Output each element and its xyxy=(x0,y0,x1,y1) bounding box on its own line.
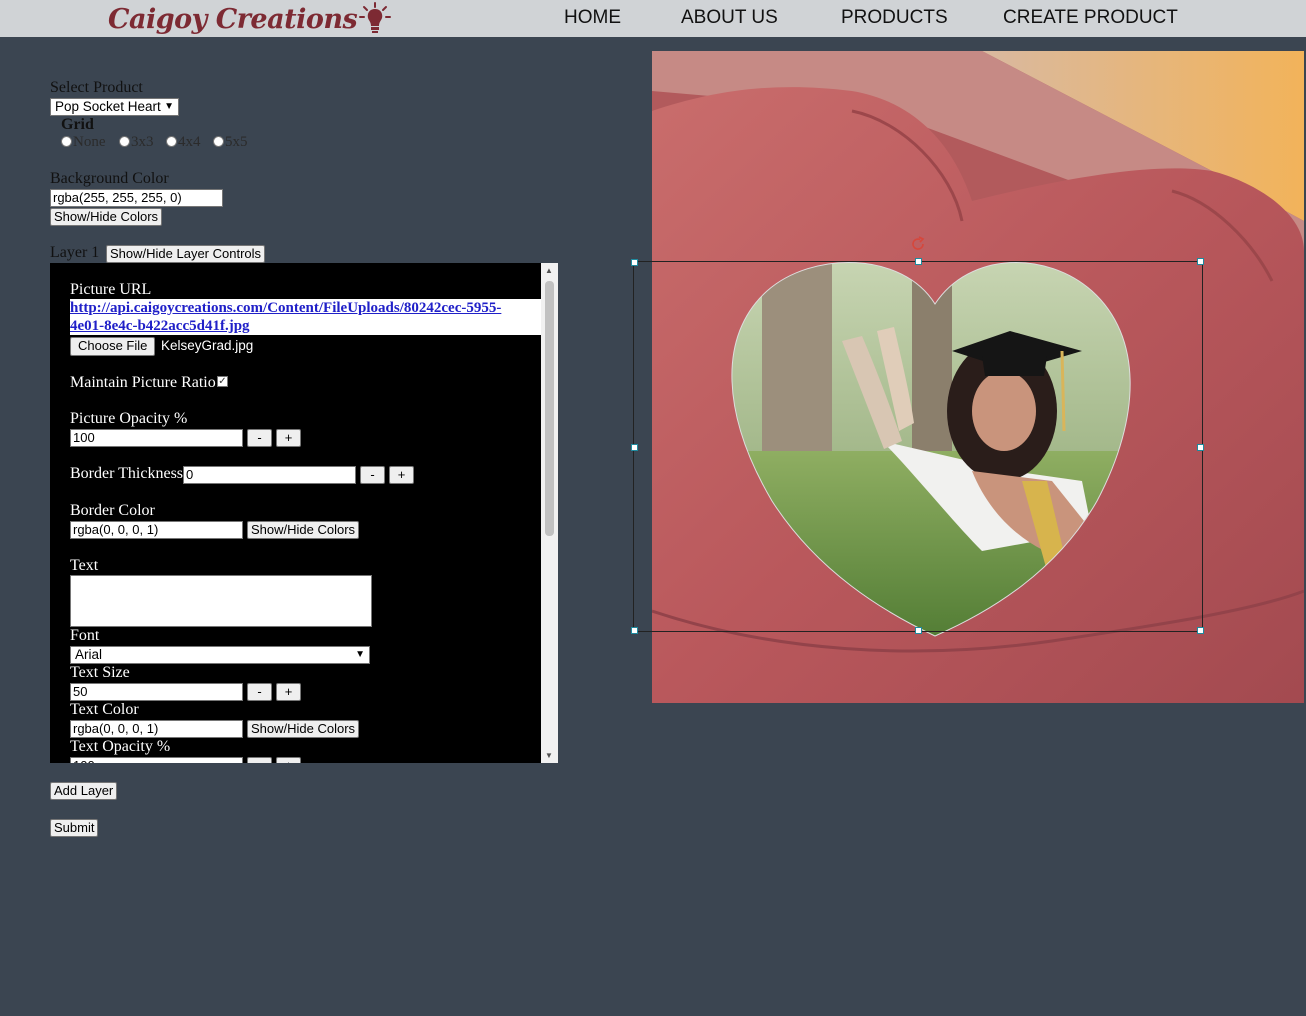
nav-products[interactable]: PRODUCTS xyxy=(841,7,948,29)
brand-name: Caigoy Creations xyxy=(108,3,358,35)
grid-option-4x4-label: 4x4 xyxy=(178,134,201,150)
bg-show-hide-colors-button[interactable]: Show/Hide Colors xyxy=(50,208,163,226)
nav-about-us[interactable]: ABOUT US xyxy=(681,7,778,29)
picture-opacity-label: Picture Opacity % xyxy=(70,410,188,427)
border-color-input[interactable]: rgba(0, 0, 0, 1) xyxy=(70,521,243,539)
resize-handle-bottom-middle[interactable] xyxy=(915,627,922,634)
nav-home[interactable]: HOME xyxy=(564,7,621,29)
background-color-label: Background Color xyxy=(50,170,169,187)
grid-radio-4x4[interactable] xyxy=(166,136,177,147)
grid-radio-5x5[interactable] xyxy=(213,136,224,147)
border-show-hide-colors-button[interactable]: Show/Hide Colors xyxy=(247,521,360,539)
grid-option-5x5-label: 5x5 xyxy=(225,134,248,150)
text-show-hide-colors-button[interactable]: Show/Hide Colors xyxy=(247,720,360,738)
maintain-ratio-checkbox[interactable]: ✓ xyxy=(217,376,228,387)
picture-url-label: Picture URL xyxy=(70,281,152,298)
background-color-input[interactable]: rgba(255, 255, 255, 0) xyxy=(50,189,223,207)
font-select[interactable]: Arial ▼ xyxy=(70,646,370,664)
resize-handle-bottom-right[interactable] xyxy=(1197,627,1204,634)
grid-radio-3x3[interactable] xyxy=(119,136,130,147)
file-name: KelseyGrad.jpg xyxy=(161,338,254,353)
text-opacity-minus-button[interactable]: - xyxy=(247,757,272,763)
picture-opacity-minus-button[interactable]: - xyxy=(247,429,272,447)
picture-opacity-input[interactable]: 100 xyxy=(70,429,243,447)
picture-opacity-plus-button[interactable]: + xyxy=(276,429,301,447)
choose-file-button[interactable]: Choose File xyxy=(70,337,156,356)
text-color-label: Text Color xyxy=(70,701,139,718)
picture-url-box: http://api.caigoycreations.com/Content/F… xyxy=(70,299,541,335)
border-thickness-minus-button[interactable]: - xyxy=(360,466,385,484)
panel-scrollbar[interactable]: ▲ ▼ xyxy=(541,263,558,763)
grid-option-none-label: None xyxy=(73,134,106,150)
resize-handle-middle-right[interactable] xyxy=(1197,444,1204,451)
product-select[interactable]: Pop Socket Heart ▼ xyxy=(50,98,179,116)
resize-handle-top-left[interactable] xyxy=(631,259,638,266)
resize-handle-top-right[interactable] xyxy=(1197,258,1204,265)
submit-button[interactable]: Submit xyxy=(50,819,99,837)
maintain-ratio-label: Maintain Picture Ratio xyxy=(70,374,216,391)
grid-option-3x3-label: 3x3 xyxy=(131,134,154,150)
rotate-icon[interactable] xyxy=(909,235,927,253)
resize-handle-middle-left[interactable] xyxy=(631,444,638,451)
text-opacity-label: Text Opacity % xyxy=(70,738,171,755)
resize-handle-bottom-left[interactable] xyxy=(631,627,638,634)
dropdown-arrow-icon: ▼ xyxy=(355,649,365,660)
nav-create-product[interactable]: CREATE PRODUCT xyxy=(1003,7,1178,29)
lightbulb-icon xyxy=(359,2,392,33)
text-color-input[interactable]: rgba(0, 0, 0, 1) xyxy=(70,720,243,738)
grid-label: Grid xyxy=(61,116,94,133)
dropdown-arrow-icon: ▼ xyxy=(164,101,174,112)
font-label: Font xyxy=(70,627,100,644)
grid-radio-none[interactable] xyxy=(61,136,72,147)
border-thickness-plus-button[interactable]: + xyxy=(389,466,414,484)
border-thickness-label: Border Thickness xyxy=(70,465,184,482)
border-color-label: Border Color xyxy=(70,502,155,519)
brand-logo[interactable]: Caigoy Creations xyxy=(108,2,392,36)
scroll-down-icon[interactable]: ▼ xyxy=(545,751,553,760)
resize-handle-top-middle[interactable] xyxy=(915,258,922,265)
show-hide-layer-controls-button[interactable]: Show/Hide Layer Controls xyxy=(106,245,266,263)
text-label: Text xyxy=(70,557,99,574)
picture-url-link-line1[interactable]: http://api.caigoycreations.com/Content/F… xyxy=(70,299,541,317)
text-textarea[interactable] xyxy=(70,575,372,627)
text-size-minus-button[interactable]: - xyxy=(247,683,272,701)
font-select-value: Arial xyxy=(75,647,103,662)
layer-controls-panel: Picture URL http://api.caigoycreations.c… xyxy=(50,263,558,763)
selection-bounding-box[interactable] xyxy=(633,261,1203,632)
picture-url-link-line2[interactable]: 4e01-8e4c-b422acc5d41f.jpg xyxy=(70,317,541,335)
text-opacity-plus-button[interactable]: + xyxy=(276,757,301,763)
select-product-label: Select Product xyxy=(50,79,143,96)
scroll-up-icon[interactable]: ▲ xyxy=(545,266,553,275)
layer-label: Layer 1 xyxy=(50,244,100,261)
add-layer-button[interactable]: Add Layer xyxy=(50,782,118,800)
text-size-input[interactable]: 50 xyxy=(70,683,243,701)
product-select-value: Pop Socket Heart xyxy=(55,99,161,114)
border-thickness-input[interactable]: 0 xyxy=(183,466,356,484)
top-nav-bar: Caigoy Creations HOME ABOUT US PRODUCTS … xyxy=(0,0,1306,37)
text-opacity-input[interactable]: 100 xyxy=(70,757,243,763)
scroll-thumb[interactable] xyxy=(545,281,554,536)
text-size-label: Text Size xyxy=(70,664,130,681)
text-size-plus-button[interactable]: + xyxy=(276,683,301,701)
